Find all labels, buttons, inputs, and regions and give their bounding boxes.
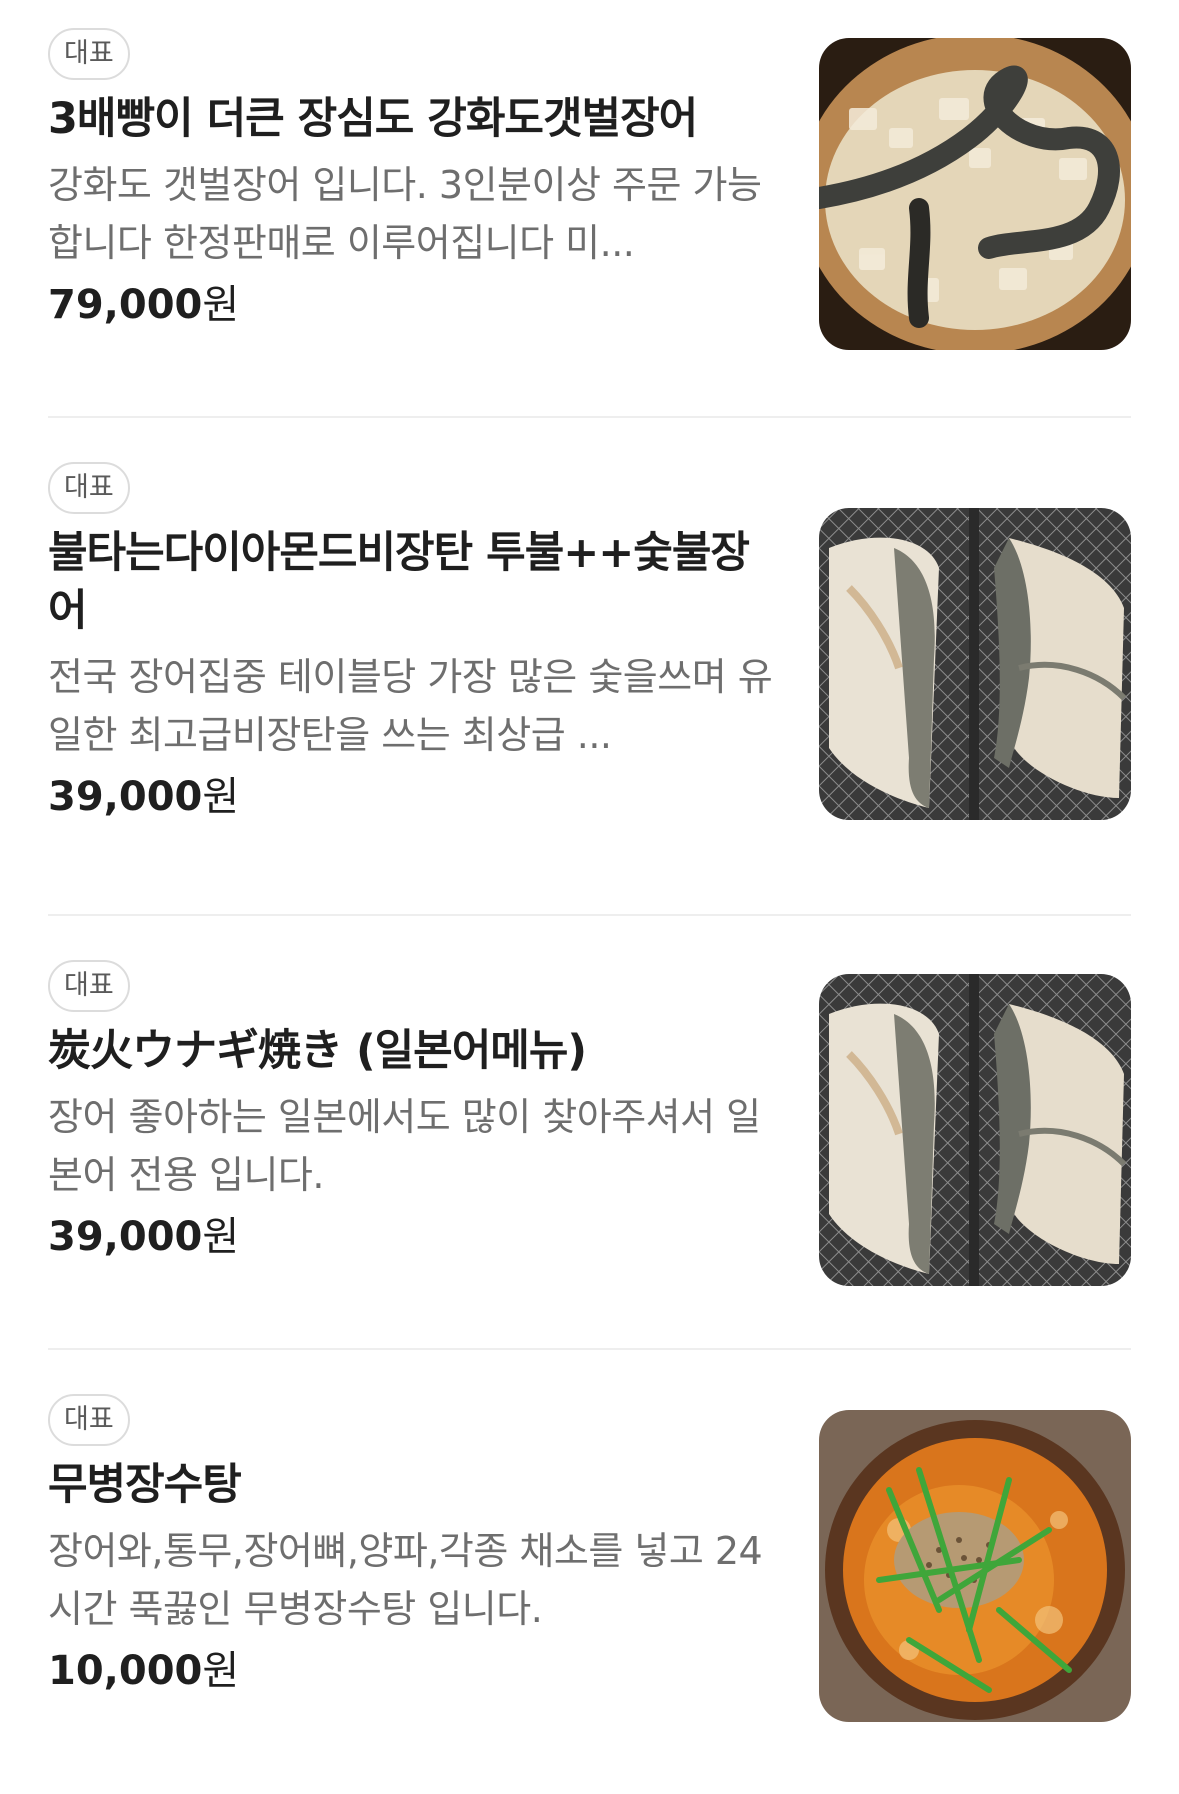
grilled-eel-photo[interactable] — [819, 974, 1131, 1286]
eel-soup-photo[interactable] — [819, 1410, 1131, 1722]
grilled-eel-photo[interactable] — [819, 508, 1131, 820]
menu-item-price: 10,000원 — [48, 1644, 773, 1698]
menu-item-description: 강화도 갯벌장어 입니다. 3인분이상 주문 가능합니다 한정판매로 이루어집니… — [48, 163, 762, 265]
menu-item[interactable]: 대표 3배빵이 더큰 장심도 강화도갯벌장어 강화도 갯벌장어 입니다. 3인분… — [48, 28, 1131, 428]
menu-item-title: 3배빵이 더큰 장심도 강화도갯벌장어 — [48, 94, 698, 144]
grilled-eel-illustration — [819, 508, 1131, 820]
menu-item-description: 전국 장어집중 테이블당 가장 많은 숯을쓰며 유일한 최고급비장탄을 쓰는 최… — [48, 655, 773, 757]
menu-item-title: 炭火ウナギ焼き (일본어메뉴) — [48, 1026, 587, 1076]
eel-on-ice-photo[interactable] — [819, 38, 1131, 350]
menu-item-price: 79,000원 — [48, 278, 773, 332]
price-currency: 원 — [202, 1648, 240, 1694]
price-currency: 원 — [202, 774, 240, 820]
menu-item-title: 불타는다이아몬드비장탄 투불++숯불장어 — [48, 528, 750, 636]
eel-soup-illustration — [819, 1410, 1131, 1722]
price-currency: 원 — [202, 282, 240, 328]
menu-item[interactable]: 대표 炭火ウナギ焼き (일본어메뉴) 장어 좋아하는 일본에서도 많이 찾아주셔… — [48, 960, 1131, 1360]
menu-item-description: 장어와,통무,장어뼈,양파,각종 채소를 넣고 24시간 푹끓인 무병장수탕 입… — [48, 1529, 763, 1631]
menu-item[interactable]: 대표 불타는다이아몬드비장탄 투불++숯불장어 전국 장어집중 테이블당 가장 … — [48, 462, 1131, 862]
menu-item[interactable]: 대표 무병장수탕 장어와,통무,장어뼈,양파,각종 채소를 넣고 24시간 푹끓… — [48, 1394, 1131, 1794]
menu-list: 대표 3배빵이 더큰 장심도 강화도갯벌장어 강화도 갯벌장어 입니다. 3인분… — [0, 0, 1179, 1769]
menu-item-info: 대표 불타는다이아몬드비장탄 투불++숯불장어 전국 장어집중 테이블당 가장 … — [48, 462, 773, 824]
menu-item-info: 대표 무병장수탕 장어와,통무,장어뼈,양파,각종 채소를 넣고 24시간 푹끓… — [48, 1394, 773, 1698]
eel-on-ice-illustration — [819, 38, 1131, 350]
menu-item-title: 무병장수탕 — [48, 1460, 242, 1510]
divider — [48, 416, 1131, 418]
divider — [48, 1348, 1131, 1350]
menu-item-info: 대표 炭火ウナギ焼き (일본어메뉴) 장어 좋아하는 일본에서도 많이 찾아주셔… — [48, 960, 773, 1264]
menu-item-description: 장어 좋아하는 일본에서도 많이 찾아주셔서 일본어 전용 입니다. — [48, 1095, 761, 1197]
price-amount: 10,000 — [48, 1648, 203, 1694]
price-currency: 원 — [202, 1214, 240, 1260]
grilled-eel-illustration — [819, 974, 1131, 1286]
price-amount: 39,000 — [48, 774, 203, 820]
signature-badge: 대표 — [48, 960, 130, 1012]
price-amount: 39,000 — [48, 1214, 203, 1260]
signature-badge: 대표 — [48, 28, 130, 80]
menu-item-price: 39,000원 — [48, 1210, 773, 1264]
divider — [48, 914, 1131, 916]
signature-badge: 대표 — [48, 1394, 130, 1446]
menu-item-price: 39,000원 — [48, 770, 773, 824]
menu-item-info: 대표 3배빵이 더큰 장심도 강화도갯벌장어 강화도 갯벌장어 입니다. 3인분… — [48, 28, 773, 332]
price-amount: 79,000 — [48, 282, 203, 328]
signature-badge: 대표 — [48, 462, 130, 514]
